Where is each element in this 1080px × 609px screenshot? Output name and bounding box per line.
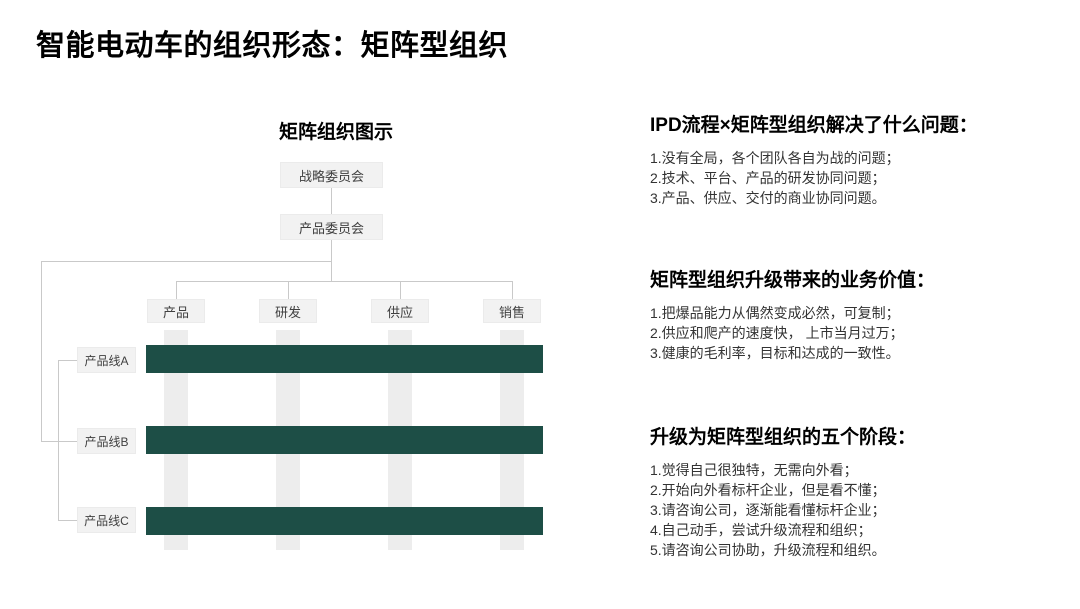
section-five-stages: 升级为矩阵型组织的五个阶段： 1.觉得自己很独特，无需向外看； 2.开始向外看标… [650,424,1065,560]
matrix-bar-product-line-a [146,345,543,373]
connector-line [41,441,77,442]
section-list: 1.把爆品能力从偶然变成必然，可复制； 2.供应和爬产的速度快， 上市当月过万；… [650,303,1065,363]
list-item: 2.技术、平台、产品的研发协同问题； [650,168,1065,188]
matrix-bar-product-line-c [146,507,543,535]
list-item: 1.觉得自己很独特，无需向外看； [650,460,1065,480]
connector-line [331,188,332,214]
connector-line [58,360,77,361]
section-list: 1.觉得自己很独特，无需向外看； 2.开始向外看标杆企业，但是看不懂； 3.请咨… [650,460,1065,560]
list-item: 2.开始向外看标杆企业，但是看不懂； [650,480,1065,500]
column-header-rnd: 研发 [259,299,317,323]
column-header-supply: 供应 [371,299,429,323]
page-title: 智能电动车的组织形态：矩阵型组织 [36,28,508,64]
list-item: 3.请咨询公司，逐渐能看懂标杆企业； [650,500,1065,520]
connector-line [58,520,77,521]
row-label-product-line-c: 产品线C [77,507,136,533]
connector-line [512,281,513,299]
list-item: 2.供应和爬产的速度快， 上市当月过万； [650,323,1065,343]
list-item: 1.没有全局，各个团队各自为战的问题； [650,148,1065,168]
section-heading: 升级为矩阵型组织的五个阶段： [650,424,1065,452]
connector-line [41,261,332,262]
matrix-bar-product-line-b [146,426,543,454]
section-heading: 矩阵型组织升级带来的业务价值： [650,267,1065,295]
column-header-sales: 销售 [483,299,541,323]
connector-line [176,281,177,299]
diagram-title: 矩阵组织图示 [146,117,526,144]
node-product-committee: 产品委员会 [280,214,383,240]
connector-line [41,261,42,441]
column-header-product: 产品 [147,299,205,323]
list-item: 4.自己动手，尝试升级流程和组织； [650,520,1065,540]
slide: 智能电动车的组织形态：矩阵型组织 矩阵组织图示 战略委员会 产品委员会 产品 研… [0,0,1080,609]
list-item: 3.产品、供应、交付的商业协同问题。 [650,188,1065,208]
section-ipd-problems: IPD流程×矩阵型组织解决了什么问题： 1.没有全局，各个团队各自为战的问题； … [650,112,1065,208]
node-strategy-committee: 战略委员会 [280,162,383,188]
list-item: 1.把爆品能力从偶然变成必然，可复制； [650,303,1065,323]
row-label-product-line-b: 产品线B [77,428,136,454]
connector-line [288,281,289,299]
section-business-value: 矩阵型组织升级带来的业务价值： 1.把爆品能力从偶然变成必然，可复制； 2.供应… [650,267,1065,363]
connector-line [58,360,59,520]
section-list: 1.没有全局，各个团队各自为战的问题； 2.技术、平台、产品的研发协同问题； 3… [650,148,1065,208]
connector-line [400,281,401,299]
connector-line [176,281,513,282]
section-heading: IPD流程×矩阵型组织解决了什么问题： [650,112,1065,140]
list-item: 3.健康的毛利率，目标和达成的一致性。 [650,343,1065,363]
list-item: 5.请咨询公司协助，升级流程和组织。 [650,540,1065,560]
row-label-product-line-a: 产品线A [77,347,136,373]
